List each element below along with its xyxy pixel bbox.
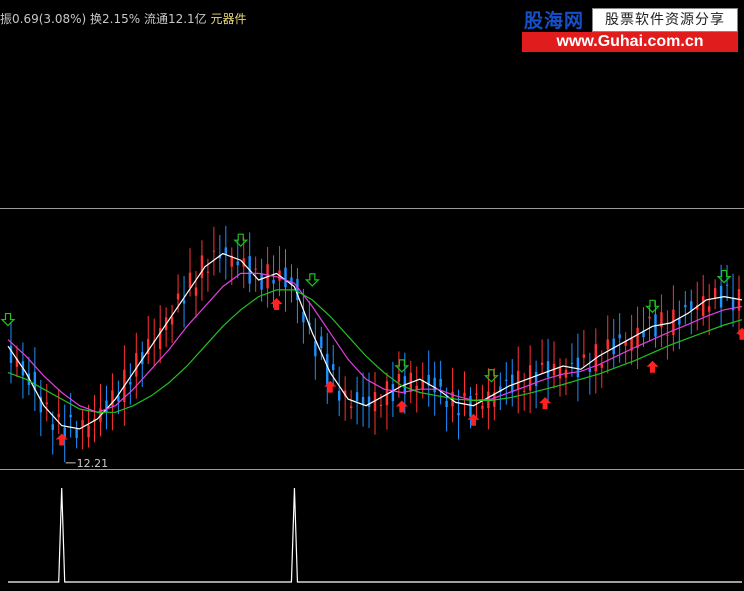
buy-arrow-icon [324, 380, 337, 393]
candle-body [725, 284, 729, 286]
candle-body [588, 368, 592, 373]
candle-body [570, 362, 574, 364]
candle-body [51, 424, 54, 431]
sell-arrow-icon [716, 269, 732, 284]
candle-body [355, 392, 359, 402]
candle-body [254, 268, 257, 270]
candle-body [481, 405, 484, 409]
candle-body [45, 402, 48, 405]
candle-body [182, 300, 186, 304]
candle-body [684, 304, 687, 308]
buy-arrow-icon [395, 400, 408, 413]
candle-body [379, 404, 383, 406]
candle-body [200, 255, 204, 278]
sell-arrow-icon [483, 369, 499, 383]
candle-body [433, 377, 436, 393]
sell-arrow-icon [0, 312, 16, 327]
candle-body [606, 339, 609, 350]
candle-body [188, 272, 192, 288]
candle-body [367, 396, 371, 407]
candle-body [391, 384, 395, 402]
sell-arrow-icon [304, 273, 320, 287]
candle-body [558, 367, 562, 379]
price-labels: 12.21 [65, 457, 109, 470]
candle-body [505, 379, 508, 381]
candle-body [176, 293, 180, 300]
candle-body [57, 413, 60, 418]
candle-body [702, 296, 705, 316]
candle-body [69, 414, 72, 418]
candlestick-series [9, 225, 741, 463]
candle-body [522, 390, 526, 392]
candle-body [272, 279, 275, 284]
sell-arrow-icon [394, 359, 410, 373]
candle-body [690, 301, 693, 311]
candle-body [135, 353, 138, 377]
candle-body [576, 357, 580, 378]
candle-body [415, 385, 418, 390]
candle-body [457, 412, 460, 416]
candle-body [332, 364, 335, 371]
indicator-panel [8, 487, 742, 583]
candle-body [87, 425, 90, 438]
candle-body [260, 273, 263, 290]
candle-body [81, 419, 84, 427]
candle-body [314, 341, 317, 357]
candle-body [666, 334, 669, 336]
candle-body [337, 390, 341, 401]
candle-body [463, 392, 466, 397]
candle-body [194, 287, 198, 296]
indicator-line [8, 487, 742, 583]
candle-body [511, 374, 514, 393]
candle-body [475, 393, 478, 395]
stock-chart[interactable]: 12.21 [0, 0, 744, 591]
candle-body [582, 354, 586, 358]
sell-arrow-icon [233, 233, 249, 248]
candle-body [320, 336, 323, 349]
candle-body [517, 370, 520, 390]
candle-body [129, 381, 132, 385]
buy-arrow-icon [55, 433, 68, 446]
candle-body [349, 406, 353, 408]
candle-body [170, 317, 174, 325]
candle-body [397, 374, 401, 382]
candle-body [546, 361, 550, 378]
candle-body [75, 428, 78, 438]
buy-arrow-icon [736, 327, 744, 340]
buy-arrow-icon [646, 360, 659, 373]
candle-body [236, 261, 239, 266]
candle-body [284, 267, 287, 288]
candle-body [612, 338, 615, 355]
candle-body [206, 271, 210, 273]
candle-body [212, 250, 216, 252]
candle-body [618, 334, 621, 339]
buy-arrow-icon [270, 297, 283, 310]
buy-arrow-icon [467, 413, 480, 426]
candle-body [540, 362, 544, 365]
candle-body [648, 316, 651, 319]
low-price-label: 12.21 [77, 457, 109, 470]
candle-body [600, 364, 603, 368]
sell-arrow-icon [645, 299, 660, 314]
candle-body [678, 318, 681, 325]
candle-body [713, 288, 717, 299]
candle-body [439, 378, 442, 387]
candle-body [534, 371, 538, 386]
candle-body [445, 400, 448, 408]
candle-body [9, 345, 13, 363]
candle-body [636, 327, 639, 349]
candle-body [707, 306, 711, 312]
buy-arrow-icon [539, 397, 552, 410]
